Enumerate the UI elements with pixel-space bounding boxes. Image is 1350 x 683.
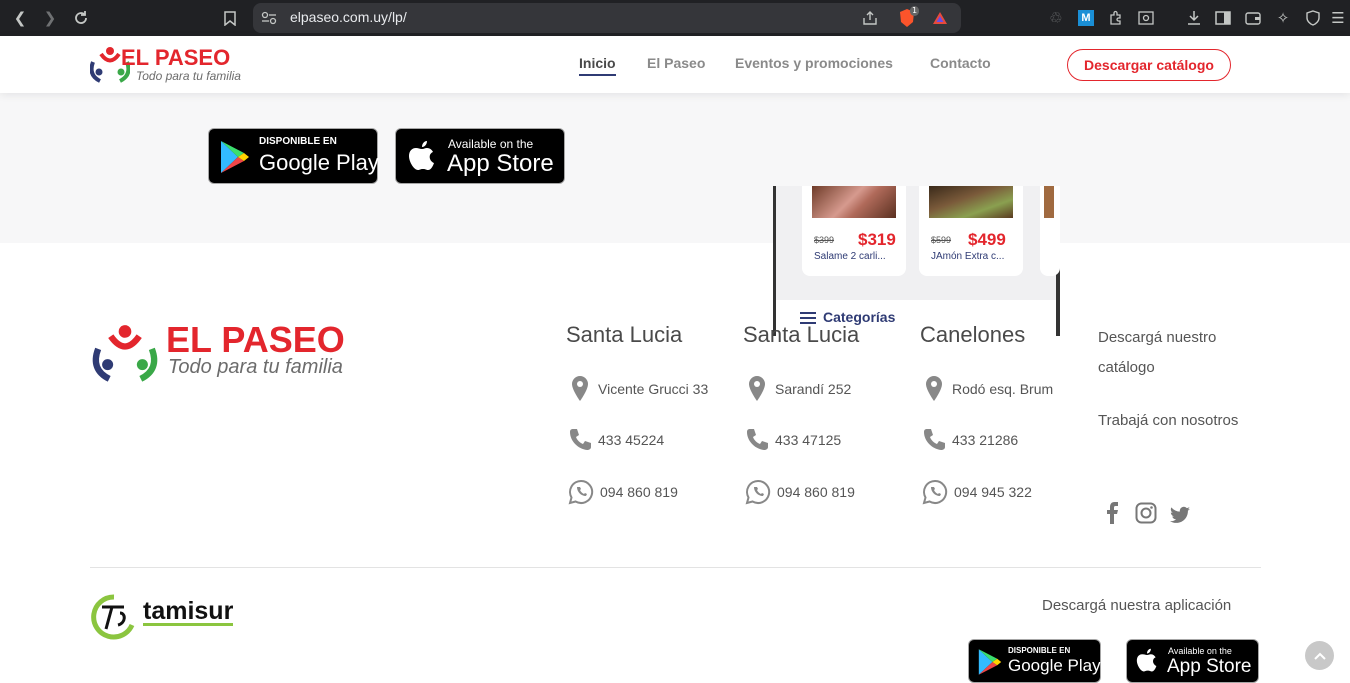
store-whatsapp[interactable]: 094 860 819 xyxy=(745,479,855,505)
work-with-us-link[interactable]: Trabajá con nosotros xyxy=(1098,412,1238,429)
new-price: $319 xyxy=(858,230,896,249)
app-store-small: Available on the xyxy=(1168,646,1232,656)
product-name: JAmón Extra c... xyxy=(931,251,1005,262)
google-play-icon xyxy=(221,141,249,173)
download-catalog-button[interactable]: Descargar catálogo xyxy=(1067,49,1231,81)
whatsapp-icon xyxy=(568,479,594,505)
site-settings-icon[interactable] xyxy=(257,6,281,30)
facebook-icon[interactable] xyxy=(1106,502,1118,524)
recycle-icon[interactable]: ♲ xyxy=(1044,6,1068,30)
app-store-big: App Store xyxy=(1167,656,1252,677)
twitter-icon[interactable] xyxy=(1170,506,1190,524)
google-play-badge[interactable]: DISPONIBLE EN Google Play xyxy=(208,128,379,184)
browser-toolbar: ❮ ❯ elpaseo.com.uy/lp/ 1 ♲ M ✧ ☰ xyxy=(0,0,1350,36)
store-whatsapp[interactable]: 094 860 819 xyxy=(568,479,678,505)
store-whatsapp[interactable]: 094 945 322 xyxy=(922,479,1032,505)
nav-inicio[interactable]: Inicio xyxy=(579,55,616,76)
vpn-icon[interactable] xyxy=(1301,6,1325,30)
phone-icon xyxy=(924,429,945,450)
store-phone[interactable]: 433 21286 xyxy=(922,427,1018,452)
tamisur-logo[interactable]: tamisur xyxy=(90,593,255,641)
forward-icon[interactable]: ❯ xyxy=(38,6,62,30)
whatsapp-icon xyxy=(745,479,771,505)
apple-icon xyxy=(1136,648,1157,672)
product-image xyxy=(929,186,1013,218)
site-header: EL PASEO Todo para tu familia Inicio El … xyxy=(0,36,1350,93)
footer-app-store-badge[interactable]: Available on the App Store xyxy=(1126,639,1259,683)
brave-badge: 1 xyxy=(910,6,920,16)
chevron-up-icon xyxy=(1313,652,1326,660)
hero-section: DISPONIBLE EN Google Play Available on t… xyxy=(0,93,1350,336)
location-pin-icon xyxy=(572,376,588,401)
extension-m-icon[interactable]: M xyxy=(1074,6,1098,30)
app-store-big: App Store xyxy=(447,150,554,177)
logo-title: EL PASEO xyxy=(121,45,231,70)
apple-icon xyxy=(409,141,434,170)
product-card-partial[interactable] xyxy=(1040,186,1060,276)
store-phone[interactable]: 433 47125 xyxy=(745,427,841,452)
brave-rewards-icon[interactable] xyxy=(928,6,952,30)
location-pin-icon xyxy=(926,376,942,401)
store-city: Santa Lucia xyxy=(743,322,860,347)
product-image xyxy=(812,186,896,218)
product-image xyxy=(1044,186,1054,218)
app-store-badge[interactable]: Available on the App Store xyxy=(395,128,565,184)
reload-icon[interactable] xyxy=(69,6,93,30)
google-play-small: DISPONIBLE EN xyxy=(1008,646,1071,655)
screenshot-icon[interactable] xyxy=(1134,6,1158,30)
back-icon[interactable]: ❮ xyxy=(8,6,32,30)
extensions-icon[interactable] xyxy=(1104,6,1128,30)
tamisur-mark-icon xyxy=(91,594,135,640)
footer-divider xyxy=(90,567,1261,568)
phone-icon xyxy=(570,429,591,450)
whatsapp-icon xyxy=(922,479,948,505)
tamisur-text: tamisur xyxy=(143,597,234,626)
store-address: Rodó esq. Brum xyxy=(922,375,1053,402)
brave-shields-icon[interactable]: 1 xyxy=(895,6,920,30)
leo-ai-icon[interactable]: ✧ xyxy=(1271,6,1295,30)
nav-eventos-promociones[interactable]: Eventos y promociones xyxy=(735,55,893,71)
url-text[interactable]: elpaseo.com.uy/lp/ xyxy=(290,9,407,25)
location-pin-icon xyxy=(749,376,765,401)
store-address: Sarandí 252 xyxy=(745,375,851,402)
product-card[interactable]: $599 $499 JAmón Extra c... xyxy=(919,186,1023,276)
google-play-big: Google Play xyxy=(1008,656,1101,675)
footer-logo-title: EL PASEO xyxy=(166,319,345,360)
footer-google-play-badge[interactable]: DISPONIBLE EN Google Play xyxy=(968,639,1101,683)
bookmark-icon[interactable] xyxy=(218,6,242,30)
menu-icon[interactable]: ☰ xyxy=(1326,6,1350,30)
app-store-small: Available on the xyxy=(448,137,534,151)
google-play-icon xyxy=(978,649,1002,675)
new-price: $499 xyxy=(968,230,1006,249)
footer-logo-tagline: Todo para tu familia xyxy=(168,356,343,378)
store-city: Canelones xyxy=(920,322,1026,347)
header-logo[interactable]: EL PASEO Todo para tu familia xyxy=(90,45,250,87)
app-download-heading: Descargá nuestra aplicación xyxy=(1042,597,1232,614)
nav-el-paseo[interactable]: El Paseo xyxy=(647,55,705,71)
product-card[interactable]: $399 $319 Salame 2 carli... xyxy=(802,186,906,276)
logo-people-icon xyxy=(92,325,158,382)
store-phone[interactable]: 433 45224 xyxy=(568,427,664,452)
old-price: $399 xyxy=(814,235,835,245)
share-icon[interactable] xyxy=(858,6,882,30)
store-address: Vicente Grucci 33 xyxy=(568,375,708,402)
sidebar-icon[interactable] xyxy=(1211,6,1235,30)
scroll-to-top-button[interactable] xyxy=(1305,641,1334,670)
old-price: $599 xyxy=(931,235,952,245)
nav-contacto[interactable]: Contacto xyxy=(930,55,991,71)
google-play-small: DISPONIBLE EN xyxy=(259,136,337,147)
product-name: Salame 2 carli... xyxy=(814,251,886,262)
address-bar[interactable]: elpaseo.com.uy/lp/ 1 xyxy=(253,3,961,33)
phone-screen: $399 $319 Salame 2 carli... $599 $499 JA… xyxy=(776,186,1060,336)
download-icon[interactable] xyxy=(1182,6,1206,30)
wallet-icon[interactable] xyxy=(1241,6,1265,30)
phone-mockup: $399 $319 Salame 2 carli... $599 $499 JA… xyxy=(773,186,1060,336)
phone-icon xyxy=(747,429,768,450)
logo-tagline: Todo para tu familia xyxy=(136,69,241,83)
store-city: Santa Lucia xyxy=(566,322,683,347)
instagram-icon[interactable] xyxy=(1135,502,1157,524)
google-play-big: Google Play xyxy=(259,150,379,175)
